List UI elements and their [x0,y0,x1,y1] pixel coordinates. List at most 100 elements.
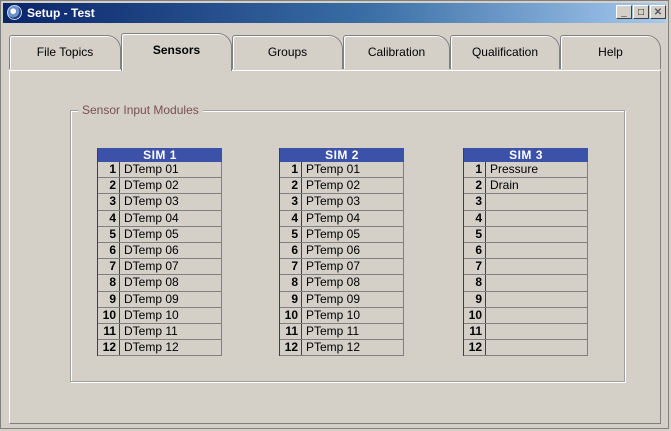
table-row[interactable]: 1 PTemp 01 [280,162,404,179]
sensor-name-cell[interactable]: DTemp 05 [120,226,222,242]
sensor-name-cell[interactable]: DTemp 03 [120,194,222,210]
sensor-name-cell[interactable]: PTemp 11 [302,323,404,340]
table-row[interactable]: 9 [464,291,588,308]
sensor-name-cell[interactable] [486,275,588,291]
table-row[interactable]: 9 DTemp 09 [98,291,222,308]
sensor-name-cell[interactable] [486,194,588,210]
sensor-name-cell[interactable]: PTemp 08 [302,275,404,291]
sensor-name-cell[interactable] [486,291,588,307]
sensor-name-cell[interactable] [486,226,588,242]
sensor-name-cell[interactable] [486,210,588,226]
sensor-name-cell[interactable]: PTemp 04 [302,210,404,226]
table-row[interactable]: 7 DTemp 07 [98,259,222,276]
table-row[interactable]: 8 [464,275,588,292]
row-number: 5 [98,226,120,242]
row-number: 2 [98,178,120,194]
table-row[interactable]: 3 PTemp 03 [280,194,404,211]
sensor-name-cell[interactable]: PTemp 06 [302,242,404,259]
table-row[interactable]: 7 PTemp 07 [280,259,404,276]
row-number: 8 [98,275,120,291]
sensor-name-cell[interactable]: Pressure [486,162,588,178]
row-number: 10 [280,307,302,323]
setup-globe-icon[interactable] [7,5,22,20]
table-row[interactable]: 11 [464,323,588,341]
sensor-name-cell[interactable]: PTemp 10 [302,307,404,323]
minimize-icon[interactable]: _ [616,5,632,19]
sim-1-table: SIM 1 1 DTemp 01 2 DTemp 02 3 DTemp 03 4 DTe… [97,148,222,357]
sensor-name-cell[interactable]: DTemp 06 [120,242,222,259]
sensor-name-cell[interactable]: DTemp 09 [120,291,222,307]
row-number: 6 [98,242,120,259]
sensor-name-cell[interactable]: PTemp 09 [302,291,404,307]
tab-help[interactable]: Help [560,35,661,69]
table-row[interactable]: 8 DTemp 08 [98,275,222,292]
tab-qualification[interactable]: Qualification [450,35,560,69]
sim-2-header: SIM 2 [280,148,404,162]
table-row[interactable]: 7 [464,259,588,276]
row-number: 10 [464,307,486,323]
sensor-name-cell[interactable]: PTemp 02 [302,178,404,194]
tab-groups[interactable]: Groups [232,35,343,69]
row-number: 8 [464,275,486,291]
sensor-name-cell[interactable]: DTemp 02 [120,178,222,194]
title-bar[interactable]: Setup - Test _ □ ✕ [3,3,666,23]
table-row[interactable]: 11 PTemp 11 [280,323,404,341]
row-number: 12 [280,340,302,356]
table-row[interactable]: 2 PTemp 02 [280,178,404,195]
table-row[interactable]: 12 DTemp 12 [98,340,222,357]
table-row[interactable]: 3 [464,194,588,211]
table-row[interactable]: 4 PTemp 04 [280,210,404,227]
table-row[interactable]: 2 DTemp 02 [98,178,222,195]
table-row[interactable]: 6 DTemp 06 [98,242,222,260]
table-row[interactable]: 5 PTemp 05 [280,226,404,243]
sensor-name-cell[interactable]: PTemp 03 [302,194,404,210]
table-row[interactable]: 10 [464,307,588,324]
table-row[interactable]: 2 Drain [464,178,588,195]
row-number: 12 [98,340,120,356]
setup-window: Setup - Test _ □ ✕ File Topics Sensors Gro… [0,0,669,429]
sensor-name-cell[interactable]: DTemp 10 [120,307,222,323]
table-row[interactable]: 5 DTemp 05 [98,226,222,243]
table-row[interactable]: 1 Pressure [464,162,588,179]
table-row[interactable]: 1 DTemp 01 [98,162,222,179]
table-row[interactable]: 4 DTemp 04 [98,210,222,227]
table-row[interactable]: 8 PTemp 08 [280,275,404,292]
sensor-name-cell[interactable]: DTemp 11 [120,323,222,340]
sensor-name-cell[interactable] [486,340,588,356]
sensor-name-cell[interactable]: DTemp 12 [120,340,222,356]
sensor-name-cell[interactable]: Drain [486,178,588,194]
sensor-name-cell[interactable] [486,242,588,259]
sensor-name-cell[interactable]: DTemp 07 [120,259,222,275]
row-number: 4 [464,210,486,226]
table-row[interactable]: 12 PTemp 12 [280,340,404,357]
sensor-name-cell[interactable] [486,307,588,323]
sensor-name-cell[interactable]: PTemp 07 [302,259,404,275]
sensor-name-cell[interactable] [486,323,588,340]
row-number: 7 [464,259,486,275]
table-row[interactable]: 12 [464,340,588,357]
table-row[interactable]: 6 [464,242,588,260]
group-label: Sensor Input Modules [78,103,203,117]
tab-file-topics[interactable]: File Topics [9,35,121,69]
table-row[interactable]: 10 PTemp 10 [280,307,404,324]
tab-sensors[interactable]: Sensors [121,33,232,71]
sensor-name-cell[interactable] [486,259,588,275]
sensor-name-cell[interactable]: DTemp 08 [120,275,222,291]
row-number: 4 [280,210,302,226]
sensor-name-cell[interactable]: PTemp 05 [302,226,404,242]
sensor-name-cell[interactable]: DTemp 01 [120,162,222,178]
maximize-icon[interactable]: □ [633,5,649,19]
table-row[interactable]: 4 [464,210,588,227]
sensor-name-cell[interactable]: DTemp 04 [120,210,222,226]
table-row[interactable]: 9 PTemp 09 [280,291,404,308]
table-row[interactable]: 10 DTemp 10 [98,307,222,324]
row-number: 11 [98,323,120,340]
table-row[interactable]: 3 DTemp 03 [98,194,222,211]
tab-calibration[interactable]: Calibration [343,35,450,69]
close-icon[interactable]: ✕ [650,5,666,19]
table-row[interactable]: 5 [464,226,588,243]
table-row[interactable]: 6 PTemp 06 [280,242,404,260]
sensor-name-cell[interactable]: PTemp 01 [302,162,404,178]
sensor-name-cell[interactable]: PTemp 12 [302,340,404,356]
table-row[interactable]: 11 DTemp 11 [98,323,222,341]
